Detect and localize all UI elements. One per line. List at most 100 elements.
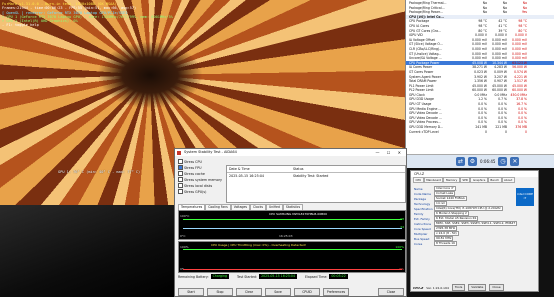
aida-button[interactable]: Stop — [207, 288, 233, 296]
checkbox-icon[interactable] — [178, 165, 183, 170]
cpu-temp-line — [183, 219, 402, 220]
temp-legend: CPU SAMSUNG MZVL81T0HBLB-00B00 — [269, 212, 327, 216]
status-table: Date & Time Status 2025-05-15 16:25:04 S… — [226, 165, 406, 203]
checkbox-icon[interactable] — [178, 189, 183, 194]
col-status: Status — [293, 167, 304, 171]
furmark-osd: FurMark v1.31.0.0 - Burn-in test, 1920x1… — [2, 2, 173, 28]
cpuz-key: Core Speed — [414, 226, 431, 231]
cpuz-footer: CPU-Z Ver. 1.91.0.x64 Tools Validate Clo… — [411, 284, 538, 291]
stress-checkbox[interactable]: Stress local disks — [178, 183, 212, 188]
cpu-usage-line — [183, 249, 402, 250]
cpuz-tab[interactable]: Memory — [443, 177, 460, 183]
aida-button[interactable]: CPUID — [294, 288, 320, 296]
cpuz-key: Bus Speed — [414, 236, 430, 241]
col-date: Date & Time — [229, 167, 250, 171]
ssd-temp-line — [183, 228, 402, 229]
clock-icon[interactable]: ◷ — [498, 157, 508, 166]
temp-graph-time: 16:25:03 — [279, 234, 293, 238]
validate-button[interactable]: Validate — [468, 284, 487, 291]
sensor-v: 0 — [485, 129, 487, 134]
cpuz-tab[interactable]: Mainboard — [423, 177, 444, 183]
cpuz-key: Package — [414, 196, 426, 201]
hwinfo-sensor-list[interactable]: Package/Ring Thermal... No No No Package/Rin… — [406, 0, 554, 134]
stress-checkbox[interactable]: Stress GPU(s) — [178, 189, 206, 194]
cpuz-key: Name — [414, 186, 423, 191]
aida-title: System Stability Test - AIDA64 — [184, 150, 237, 154]
aida-button[interactable]: Clear — [236, 288, 262, 296]
temperature-graph: CPU SAMSUNG MZVL81T0HBLB-00B00 100°C 0°C… — [178, 210, 406, 240]
tools-button[interactable]: Tools — [451, 284, 466, 291]
sensor-row[interactable]: Current cTDP Level 0 0 0 — [406, 130, 554, 135]
elapsed-label: Elapsed Time: — [304, 274, 328, 279]
temp-axis-top: 100°C — [180, 214, 190, 218]
aida-button[interactable]: Close — [378, 288, 404, 296]
cpuz-tab[interactable]: Graphics — [470, 177, 488, 183]
cpuz-key: Instructions — [414, 221, 431, 226]
stress-label: Stress CPU — [184, 159, 202, 164]
aida-titlebar[interactable]: System Stability Test - AIDA64 — ☐ ✕ — [175, 149, 406, 156]
cpuz-value: 8 Threads 16 — [434, 240, 457, 247]
temp-axis-bottom: 0°C — [180, 234, 186, 238]
cpuz-tab[interactable]: CPU — [413, 177, 424, 183]
arrows-icon[interactable]: ⇄ — [456, 157, 465, 166]
cpuz-key: Family — [414, 211, 424, 216]
stress-label: Stress local disks — [184, 183, 213, 188]
test-started-value: 2025-05-15 16:25:04 — [259, 274, 297, 279]
checkbox-icon[interactable] — [178, 177, 183, 182]
cpuz-key: Ext. Family — [414, 216, 430, 221]
cpuz-brand: CPU-Z — [413, 285, 424, 290]
cpuz-key: Technology — [414, 201, 431, 206]
battery-label: Remaining Battery: — [178, 274, 209, 279]
sensor-v2: 0 — [505, 129, 507, 134]
desktop-wallpaper-dark — [0, 205, 175, 297]
intel-logo: intel CORE i7 — [516, 188, 534, 206]
close-icon[interactable]: ✕ — [510, 157, 520, 166]
stress-label: Stress GPU(s) — [184, 189, 207, 194]
hwinfo-elapsed-time: 0:06:45 — [480, 159, 496, 164]
cpuz-key: Code Name — [414, 191, 431, 196]
aida-button[interactable]: Start — [178, 288, 204, 296]
stress-checkbox[interactable]: Stress system memory — [178, 177, 222, 182]
stress-label: Stress cache — [184, 171, 205, 176]
cpuz-key: Multiplier — [414, 231, 428, 236]
status-value: Stability Test: Started — [293, 174, 329, 178]
osd-line6: - F1: toggle help — [2, 23, 39, 28]
stress-label: Stress system memory — [184, 177, 222, 182]
cpuz-row: Cores 8 Threads 16 — [411, 240, 538, 247]
stress-label: Stress FPU — [184, 165, 202, 170]
cpuz-tab[interactable]: SPD — [459, 177, 471, 183]
gpu-temp-label: GPU 1: 76° C (min: 40° C - max: 77° C) — [58, 170, 141, 174]
cpu-usage-graph: CPU Usage | CPU Throttling (max: 0%) - O… — [178, 241, 406, 273]
aida-button[interactable]: Preferences — [323, 288, 349, 296]
legend-ssd: SAMSUNG MZVL81T0HBLB-00B00 — [276, 212, 328, 216]
hwinfo-window: Package/Ring Thermal... No No No Package/Rin… — [405, 0, 554, 168]
throttle-line — [183, 269, 402, 270]
checkbox-icon[interactable] — [178, 171, 183, 176]
cpuz-title: CPU-Z — [414, 172, 425, 176]
cpuz-close-button[interactable]: Close — [489, 284, 504, 291]
sensor-r: 0 — [525, 129, 527, 134]
settings-icon[interactable]: ⚙ — [468, 157, 477, 166]
cpuz-key: Specification — [414, 206, 433, 211]
aida-stability-window: System Stability Test - AIDA64 — ☐ ✕ Str… — [174, 148, 407, 297]
cpuz-key: Cores — [414, 241, 423, 246]
checkbox-icon[interactable] — [178, 159, 183, 164]
cpuz-tab[interactable]: Bench — [487, 177, 502, 183]
stress-checkbox[interactable]: Stress CPU — [178, 159, 202, 164]
aida-button[interactable]: Save — [265, 288, 291, 296]
aida-app-icon — [177, 150, 181, 155]
legend-cpu: CPU — [269, 212, 276, 216]
stress-checkbox[interactable]: Stress FPU — [178, 165, 201, 170]
cpuz-window: CPU-Z CPU Mainboard Memory SPD Graphics Bench… — [410, 170, 539, 292]
cpuz-tab[interactable]: About — [501, 177, 515, 183]
window-controls[interactable]: — ☐ ✕ — [376, 149, 404, 156]
battery-value: Charging — [210, 274, 229, 279]
stress-checkbox[interactable]: Stress cache — [178, 171, 205, 176]
checkbox-icon[interactable] — [178, 183, 183, 188]
cpuz-version: Ver. 1.91.0.x64 — [426, 285, 449, 290]
date-value: 2025-05-15 16:25:04 — [229, 174, 265, 178]
test-info-bar: Remaining Battery: Charging Test Started… — [178, 273, 404, 280]
hwinfo-toolbar: ⇄ ⚙ 0:06:45 ◷ ✕ — [406, 154, 554, 168]
aida-buttons: Start Stop Clear Save CPUID Preferences Close — [178, 288, 404, 296]
test-started-label: Test Started: — [236, 274, 258, 279]
